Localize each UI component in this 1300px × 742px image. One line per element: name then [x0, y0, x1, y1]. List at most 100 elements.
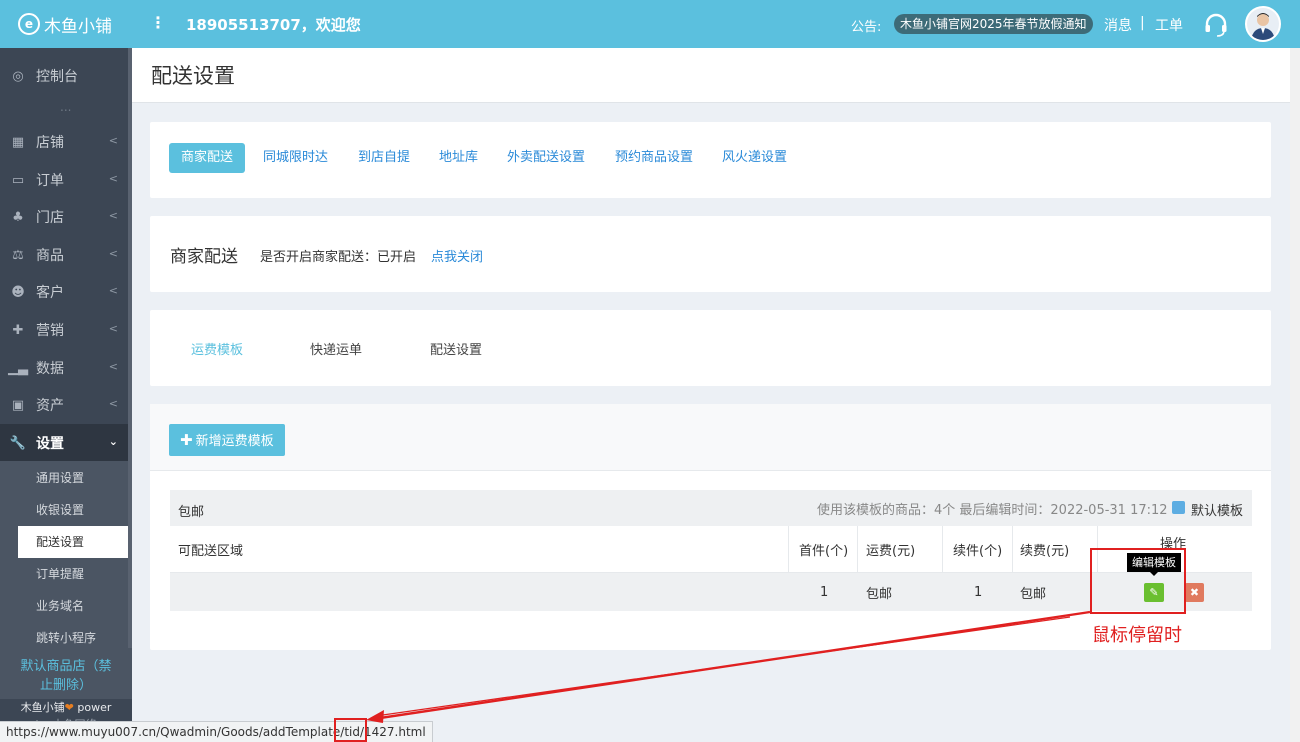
- notice-link[interactable]: 木鱼小铺官网2025年春节放假通知: [894, 14, 1093, 34]
- page-scrollbar[interactable]: [1290, 48, 1300, 742]
- browser-status-url: https://www.muyu007.cn/Qwadmin/Goods/add…: [0, 721, 433, 742]
- gift-icon: ✚: [12, 322, 24, 338]
- sidebar-item-label: 控制台: [36, 69, 78, 85]
- branch-icon: ♣: [12, 209, 24, 225]
- default-store-line1[interactable]: 默认商品店（禁: [0, 657, 132, 676]
- dashboard-icon: ◎: [12, 68, 24, 84]
- chevron-left-icon: <: [108, 209, 118, 222]
- submenu-item-delivery[interactable]: 配送设置: [18, 526, 132, 558]
- plus-icon: ✚: [180, 431, 193, 449]
- tab-address-book[interactable]: 地址库: [439, 143, 478, 173]
- tab-preorder-settings[interactable]: 预约商品设置: [615, 143, 693, 173]
- sidebar-item-data[interactable]: ▁▃ 数据 <: [0, 349, 132, 387]
- headset-icon[interactable]: [1203, 12, 1229, 38]
- menu-toggle-icon[interactable]: ⋮: [150, 13, 166, 32]
- money-icon: ▣: [11, 397, 25, 413]
- delivery-tabs-card: 商家配送 同城限时达 到店自提 地址库 外卖配送设置 预约商品设置 风火递设置: [150, 122, 1271, 198]
- chevron-left-icon: <: [108, 134, 118, 147]
- sidebar-item-branches[interactable]: ♣ 门店 <: [0, 198, 132, 236]
- template-meta: 使用该模板的商品：4个 最后编辑时间：2022-05-31 17:12: [817, 503, 1168, 518]
- default-template-label: 默认模板: [1191, 504, 1244, 519]
- sidebar-item-orders[interactable]: ▭ 订单 <: [0, 161, 132, 199]
- sidebar-item-label: 订单: [36, 173, 64, 189]
- sidebar-item-marketing[interactable]: ✚ 营销 <: [0, 311, 132, 349]
- sidebar-item-settings[interactable]: 🔧 设置 ⌄: [0, 424, 132, 462]
- chevron-left-icon: <: [108, 397, 118, 410]
- sidebar-item-label: 设置: [36, 436, 64, 452]
- column-header: 续件(个): [953, 543, 1003, 559]
- submenu-item-general[interactable]: 通用设置: [18, 462, 132, 494]
- column-header: 可配送区域: [178, 543, 244, 559]
- chevron-down-icon: ⌄: [108, 435, 118, 448]
- avatar-image: [1247, 8, 1279, 40]
- tab-merchant-delivery[interactable]: 商家配送: [169, 143, 246, 173]
- chevron-left-icon: <: [108, 322, 118, 335]
- powered-by-suffix: power: [73, 701, 112, 714]
- sub-tabs-card: 运费模板 快递运单 配送设置: [150, 310, 1271, 386]
- tab-same-city[interactable]: 同城限时达: [263, 143, 328, 173]
- top-bar: e 木鱼小铺 ⋮ 18905513707，欢迎您 公告: 木鱼小铺官网2025年…: [0, 0, 1300, 48]
- sidebar-item-assets[interactable]: ▣ 资产 <: [0, 386, 132, 424]
- subtab-delivery-settings[interactable]: 配送设置: [430, 339, 482, 358]
- chevron-left-icon: <: [108, 360, 118, 373]
- section-title: 商家配送: [170, 247, 238, 267]
- annotation-url-box: [334, 718, 367, 742]
- sidebar-item-label: 数据: [36, 361, 64, 377]
- scale-icon: ⚖: [12, 247, 24, 263]
- first-count-cell: 1: [820, 584, 829, 600]
- default-store-line2[interactable]: 止删除）: [0, 676, 132, 695]
- sidebar: ◎ 控制台 ... ▦ 店铺 < ▭ 订单 < ♣ 门店 < ⚖ 商品 < ☻ …: [0, 48, 132, 742]
- wrench-icon: 🔧: [9, 435, 27, 451]
- chevron-left-icon: <: [108, 247, 118, 260]
- tickets-link[interactable]: 工单: [1155, 15, 1183, 35]
- submenu-item-cashier[interactable]: 收银设置: [18, 494, 132, 526]
- submenu-item-domain[interactable]: 业务域名: [18, 590, 132, 622]
- sidebar-item-label: 客户: [36, 285, 64, 301]
- template-name: 包邮: [178, 505, 205, 520]
- submenu-item-miniprogram[interactable]: 跳转小程序: [18, 622, 132, 654]
- powered-by-brand: 木鱼小铺: [20, 701, 65, 714]
- template-toolbar: ✚ 新增运费模板: [150, 404, 1271, 471]
- column-header: 首件(个): [799, 543, 849, 559]
- add-freight-template-button[interactable]: ✚ 新增运费模板: [169, 424, 285, 456]
- sidebar-item-label: 资产: [36, 398, 64, 414]
- sidebar-item-customers[interactable]: ☻ 客户 <: [0, 273, 132, 311]
- sidebar-item-label: 商品: [36, 248, 64, 264]
- disable-delivery-link[interactable]: 点我关闭: [431, 246, 483, 265]
- logo[interactable]: e 木鱼小铺: [0, 0, 132, 48]
- close-icon: ✖: [1189, 586, 1200, 599]
- tab-self-pickup[interactable]: 到店自提: [358, 143, 410, 173]
- column-header: 运费(元): [866, 543, 916, 559]
- fee-cell: 包邮: [866, 586, 893, 602]
- avatar[interactable]: [1245, 6, 1281, 42]
- messages-link[interactable]: 消息: [1104, 15, 1132, 35]
- default-template-checkbox[interactable]: [1172, 501, 1185, 514]
- topbar-separator: |: [1140, 15, 1145, 31]
- subtab-express-waybill[interactable]: 快递运单: [310, 339, 362, 358]
- sidebar-item-label: 店铺: [36, 135, 64, 151]
- tab-fenghuodi-settings[interactable]: 风火递设置: [722, 143, 787, 173]
- sidebar-item-dashboard[interactable]: ◎ 控制台: [0, 57, 132, 95]
- sidebar-item-store[interactable]: ▦ 店铺 <: [0, 123, 132, 161]
- logo-text: 木鱼小铺: [44, 16, 112, 37]
- merchant-delivery-status-card: 商家配送 是否开启商家配送：已开启 点我关闭: [150, 216, 1271, 292]
- submenu-item-order-alert[interactable]: 订单提醒: [18, 558, 132, 590]
- subtab-freight-template[interactable]: 运费模板: [191, 339, 243, 358]
- powered-by: 木鱼小铺❤ power: [0, 699, 132, 715]
- page-title: 配送设置: [151, 64, 235, 88]
- chevron-left-icon: <: [108, 172, 118, 185]
- status-text: 是否开启商家配送：已开启: [260, 250, 417, 265]
- logo-icon: e: [18, 13, 40, 35]
- tab-takeout-settings[interactable]: 外卖配送设置: [507, 143, 585, 173]
- sidebar-scrollbar[interactable]: [128, 48, 132, 648]
- welcome-text: 18905513707，欢迎您: [186, 16, 361, 34]
- users-icon: ☻: [11, 284, 25, 300]
- sidebar-item-goods[interactable]: ⚖ 商品 <: [0, 236, 132, 274]
- sidebar-item-label: 门店: [36, 210, 64, 226]
- extra-count-cell: 1: [974, 584, 983, 600]
- delete-template-button[interactable]: ✖: [1185, 583, 1204, 602]
- page-header: 配送设置: [132, 48, 1290, 103]
- chevron-left-icon: <: [108, 284, 118, 297]
- sidebar-item-label: 营销: [36, 323, 64, 339]
- column-header: 续费(元): [1020, 543, 1070, 559]
